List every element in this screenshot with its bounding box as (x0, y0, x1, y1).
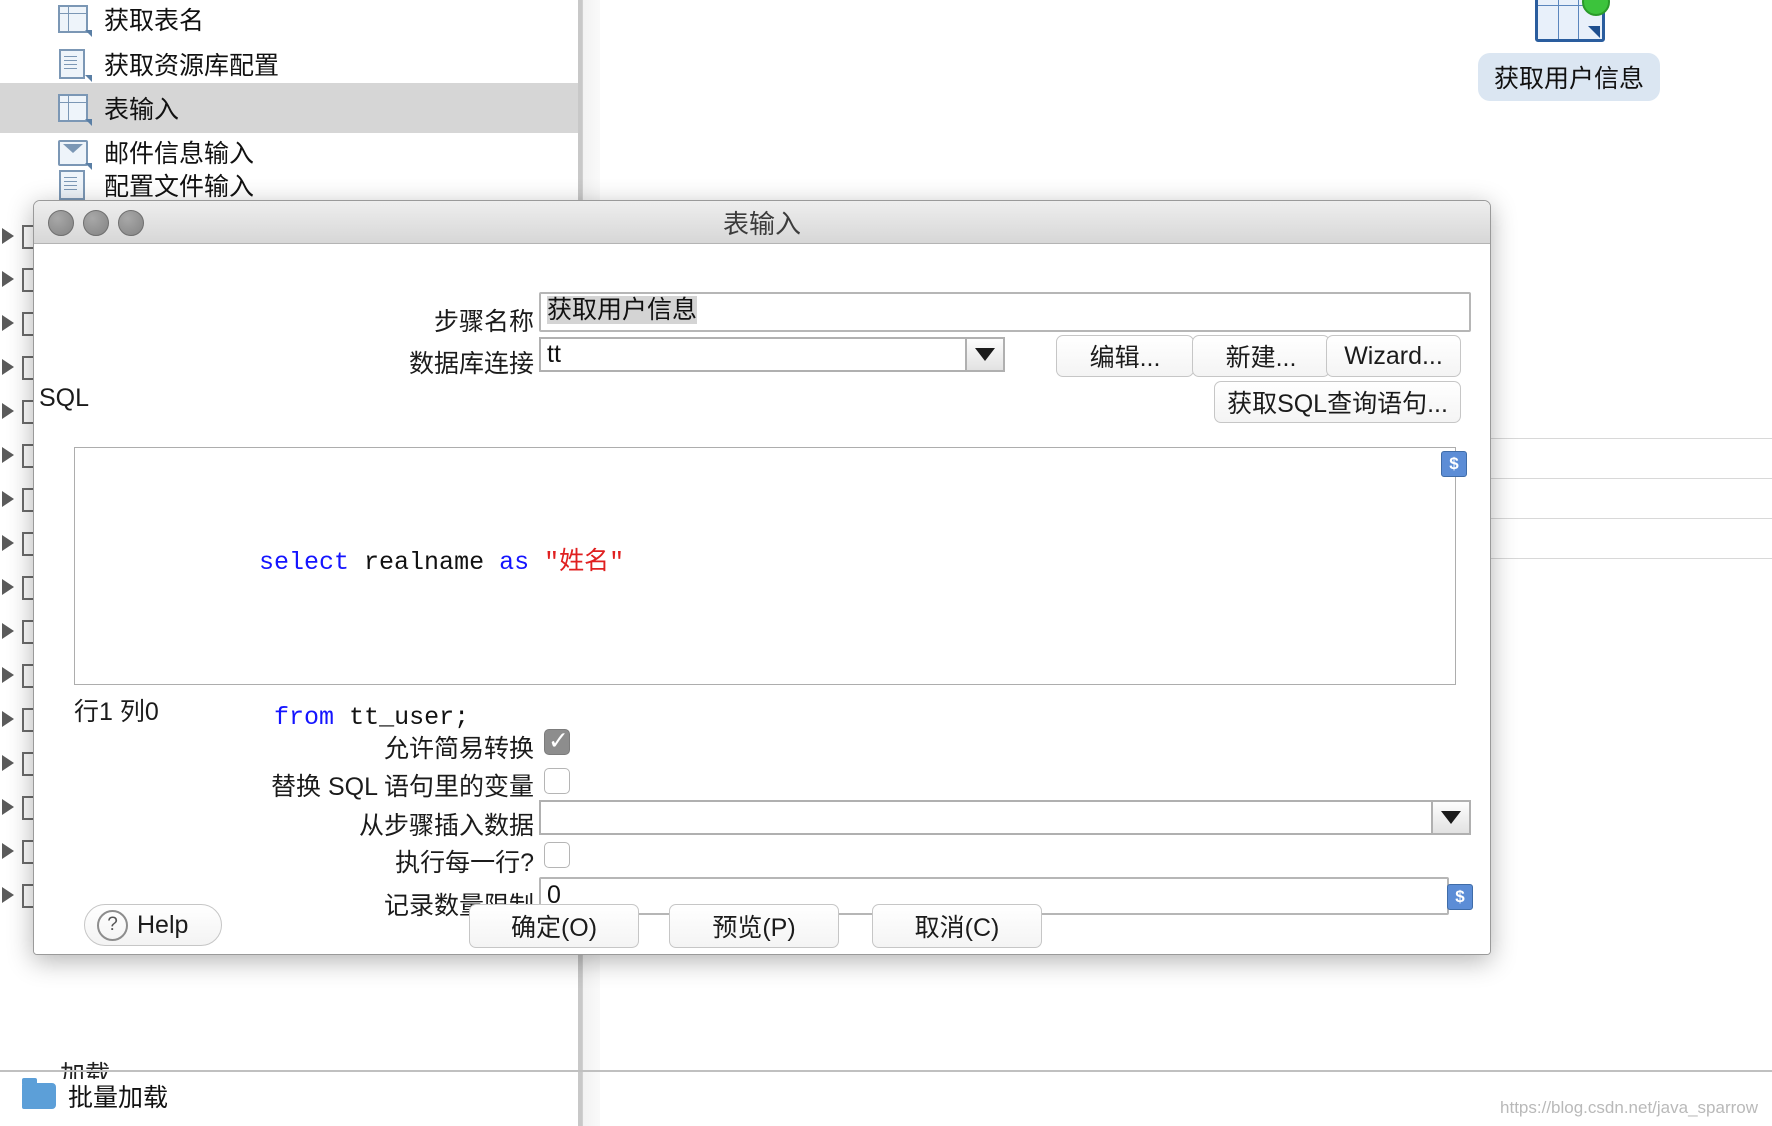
step-name-value: 获取用户信息 (547, 296, 698, 324)
cursor-position-status: 行1 列0 (74, 698, 159, 726)
execute-each-row-label: 执行每一行? (395, 849, 534, 877)
connection-label: 数据库连接 (408, 350, 534, 378)
table-icon (56, 91, 92, 126)
sql-line: select realname as "姓名" (79, 516, 1451, 609)
row-marker (0, 664, 34, 688)
row-marker (0, 532, 34, 556)
replace-variables-label: 替换 SQL 语句里的变量 (271, 773, 534, 801)
cancel-button[interactable]: 取消(C) (872, 904, 1042, 948)
row-marker (0, 884, 34, 908)
sql-token: realname (349, 548, 500, 577)
row-marker (0, 312, 34, 336)
preview-button[interactable]: 预览(P) (669, 904, 839, 948)
tree-item-bulk-load[interactable]: 批量加载 (22, 1078, 168, 1114)
tree-item-label: 配置文件输入 (104, 173, 255, 200)
connection-select[interactable]: tt (539, 337, 1005, 372)
dialog-titlebar[interactable]: 表输入 (34, 201, 1490, 244)
tree-item-label: 获取资源库配置 (104, 52, 280, 80)
window-controls (48, 210, 144, 236)
step-name-input[interactable]: 获取用户信息 (539, 292, 1471, 332)
replace-variables-checkbox[interactable] (544, 768, 570, 794)
tree-item-label: 获取表名 (104, 7, 205, 35)
maximize-button-icon[interactable] (118, 210, 144, 236)
tree-item-properties-input[interactable]: 配置文件输入 (0, 170, 578, 200)
connection-value: tt (547, 340, 561, 368)
sql-token: "姓名" (544, 548, 625, 577)
tree-item-label: 邮件信息输入 (104, 140, 255, 168)
list-icon (56, 170, 90, 200)
canvas-node-label: 获取用户信息 (1478, 53, 1661, 101)
sql-editor[interactable]: select realname as "姓名" from tt_user; $ (74, 447, 1467, 732)
sql-label: SQL (39, 384, 90, 412)
row-marker (0, 620, 34, 644)
help-button[interactable]: ? Help (84, 904, 222, 946)
sql-token: from (274, 703, 335, 732)
edit-connection-button[interactable]: 编辑... (1056, 335, 1194, 377)
tree-item-label: 批量加载 (68, 1084, 169, 1112)
dialog-body: 步骤名称 获取用户信息 数据库连接 tt 编辑... 新建... Wizard.… (34, 244, 1490, 954)
new-connection-button[interactable]: 新建... (1192, 335, 1330, 377)
row-marker (0, 708, 34, 732)
chevron-down-icon[interactable] (1431, 802, 1469, 833)
dialog-title: 表输入 (722, 208, 801, 239)
row-marker (0, 444, 34, 468)
sql-token: select (259, 548, 350, 577)
tree-item-get-repository-config[interactable]: 获取资源库配置 (0, 39, 578, 89)
document-icon (56, 47, 92, 82)
ok-button[interactable]: 确定(O) (469, 904, 639, 948)
minimize-button-icon[interactable] (83, 210, 109, 236)
help-button-label: Help (137, 910, 189, 939)
step-name-label: 步骤名称 (433, 308, 534, 336)
row-marker (0, 840, 34, 864)
allow-lazy-conversion-checkbox[interactable] (544, 725, 570, 757)
row-marker (0, 268, 34, 292)
insert-data-from-step-select[interactable] (539, 800, 1471, 835)
row-marker (0, 225, 34, 249)
mail-icon (56, 135, 92, 170)
row-marker (0, 488, 34, 512)
screen-root: 获取表名 获取资源库配置 表输入 邮件信息输入 配置文件输入 获取用户信息 加载… (0, 0, 1772, 1126)
row-marker (0, 796, 34, 820)
row-marker (0, 752, 34, 776)
tree-item-label: 表输入 (104, 96, 180, 124)
execute-each-row-checkbox[interactable] (544, 842, 570, 868)
variable-icon[interactable]: $ (1441, 451, 1467, 477)
allow-lazy-conversion-label: 允许简易转换 (383, 735, 534, 763)
tree-item-table-input[interactable]: 表输入 (0, 83, 578, 133)
question-mark-icon: ? (97, 909, 128, 941)
row-marker (0, 400, 34, 424)
watermark: https://blog.csdn.net/java_sparrow (1500, 1098, 1758, 1117)
row-marker (0, 576, 34, 600)
row-marker (0, 356, 34, 380)
chevron-down-icon[interactable] (965, 339, 1003, 370)
sql-token: tt_user; (334, 703, 470, 732)
table-input-dialog: 表输入 步骤名称 获取用户信息 数据库连接 tt 编辑... 新建... Wiz… (33, 200, 1491, 955)
tree-item-get-table-names[interactable]: 获取表名 (0, 0, 578, 44)
sql-token: as (499, 548, 530, 577)
insert-data-from-step-label: 从步骤插入数据 (358, 812, 534, 840)
folder-icon (22, 1078, 56, 1109)
panel-separator (0, 1070, 1772, 1072)
table-icon (56, 2, 92, 37)
variable-icon[interactable]: $ (1447, 884, 1473, 910)
close-button-icon[interactable] (48, 210, 74, 236)
tree-item-partial-label: 加载 (60, 1061, 111, 1079)
wizard-connection-button[interactable]: Wizard... (1326, 335, 1461, 377)
get-sql-statement-button[interactable]: 获取SQL查询语句... (1214, 381, 1461, 423)
